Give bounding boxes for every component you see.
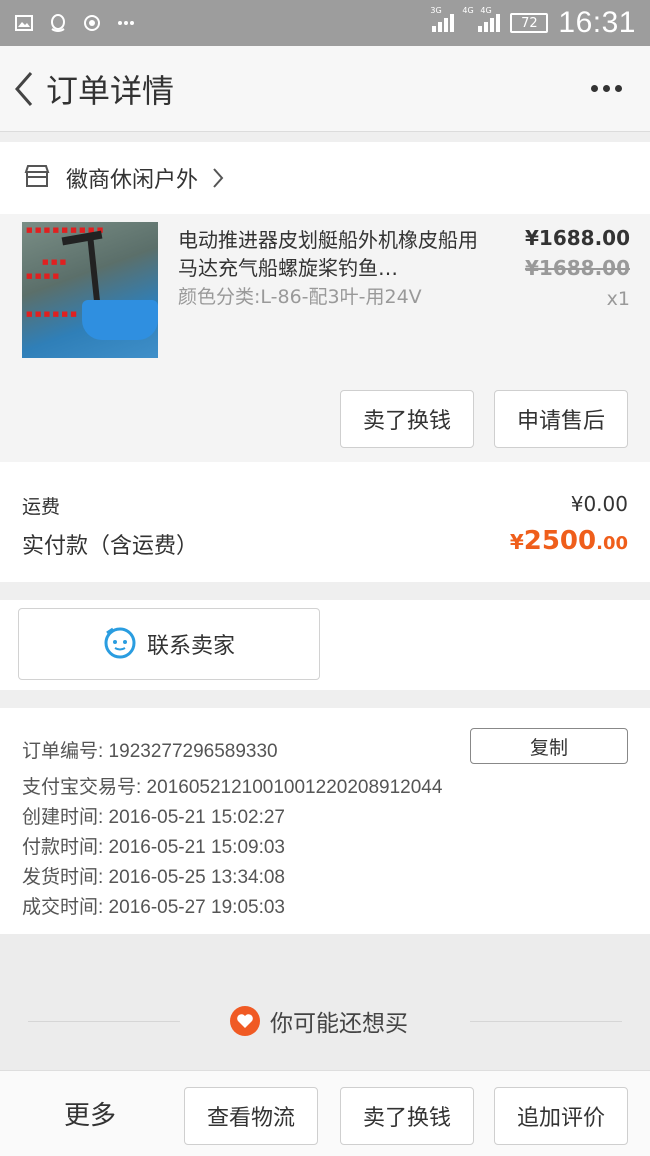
shipping-value: ¥0.00 (570, 492, 628, 516)
bottom-action-bar: 更多 查看物流 卖了换钱 追加评价 (0, 1070, 650, 1156)
nav-header: 订单详情 (0, 46, 650, 132)
battery-indicator: 72 (510, 13, 549, 33)
more-button[interactable]: 更多 (64, 1095, 116, 1132)
qq-icon (48, 13, 68, 33)
more-options-icon[interactable] (591, 85, 622, 92)
divider-right (470, 1021, 622, 1022)
signal-icon-2: 4G 4G (462, 6, 501, 32)
product-original-price: ¥1688.00 (524, 256, 630, 280)
order-number: 订单编号: 1923277296589330 (22, 741, 278, 762)
heart-icon (230, 1006, 260, 1036)
network-type-1: 3G (430, 6, 442, 15)
signal-icon: 3G (430, 6, 455, 32)
chevron-right-icon (212, 167, 224, 189)
shop-icon (24, 164, 50, 192)
created-time: 创建时间: 2016-05-21 15:02:27 (22, 807, 285, 828)
back-arrow-icon[interactable] (2, 46, 46, 132)
paid-amount: ¥2500.00 (510, 526, 628, 556)
page-title: 订单详情 (46, 71, 175, 110)
apply-aftersale-button[interactable]: 申请售后 (494, 390, 628, 448)
paid-label: 实付款（含运费） (22, 534, 199, 559)
order-info: 订单编号: 1923277296589330 复制 支付宝交易号: 201605… (0, 708, 650, 934)
contact-seller-button[interactable]: 联系卖家 (18, 608, 320, 680)
product-title: 电动推进器皮划艇船外机橡皮船用马达充气船螺旋桨钓鱼… (178, 228, 478, 280)
shipping-time: 发货时间: 2016-05-25 13:34:08 (22, 867, 285, 888)
recommend-header: 你可能还想买 (230, 1004, 408, 1038)
image-icon (14, 13, 34, 33)
copy-button[interactable]: 复制 (470, 728, 628, 764)
sell-for-cash-button[interactable]: 卖了换钱 (340, 390, 474, 448)
payment-time: 付款时间: 2016-05-21 15:09:03 (22, 837, 285, 858)
paid-decimal: .00 (596, 533, 628, 554)
fee-summary: 运费 ¥0.00 实付款（含运费） ¥2500.00 (0, 462, 650, 582)
recommend-title: 你可能还想买 (270, 1011, 408, 1037)
contact-section: 联系卖家 (0, 600, 650, 690)
product-quantity: x1 (606, 288, 630, 310)
product-actions: 卖了换钱 申请售后 (0, 378, 650, 462)
contact-seller-label: 联系卖家 (146, 634, 235, 659)
status-bar: 3G 4G 4G 72 16:31 (0, 0, 650, 46)
alipay-trade-number: 支付宝交易号: 2016052121001001220208912044 (22, 777, 443, 798)
product-price: ¥1688.00 (524, 226, 630, 250)
network-type-2: 4G (462, 6, 474, 15)
status-clock: 16:31 (558, 6, 636, 39)
record-icon (82, 13, 102, 33)
sell-for-cash-bottom-button[interactable]: 卖了换钱 (340, 1087, 474, 1145)
product-thumbnail[interactable]: ■ ■ ■ ■ ■ ■ ■ ■ ■ ■ ■ ■ ■ ■ ■ ■ ■ ■ ■ ■ … (22, 222, 158, 358)
view-logistics-button[interactable]: 查看物流 (184, 1087, 318, 1145)
shop-name: 徽商休闲户外 (66, 168, 199, 193)
wangwang-chat-icon (103, 625, 137, 663)
status-left-icons (14, 13, 136, 33)
shop-row[interactable]: 徽商休闲户外 (0, 142, 650, 214)
ellipsis-icon (116, 13, 136, 33)
product-item[interactable]: ■ ■ ■ ■ ■ ■ ■ ■ ■ ■ ■ ■ ■ ■ ■ ■ ■ ■ ■ ■ … (0, 214, 650, 378)
shipping-label: 运费 (22, 496, 61, 518)
divider-left (28, 1021, 180, 1022)
add-review-button[interactable]: 追加评价 (494, 1087, 628, 1145)
status-right: 3G 4G 4G 72 16:31 (430, 6, 636, 40)
product-sku: 颜色分类:L-86-配3叶-用24V (178, 286, 422, 308)
completion-time: 成交时间: 2016-05-27 19:05:03 (22, 897, 285, 918)
network-type-3: 4G (480, 6, 492, 15)
paid-currency: ¥ (509, 530, 524, 554)
recommend-section: 你可能还想买 (0, 934, 650, 1070)
paid-integer: 2500 (523, 526, 597, 556)
